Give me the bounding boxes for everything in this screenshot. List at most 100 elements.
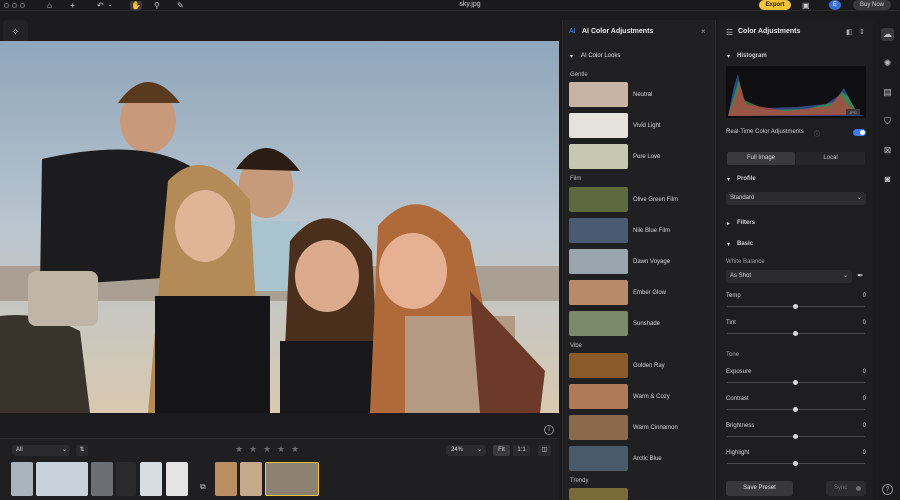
window-maximize-button[interactable] — [20, 3, 25, 8]
filmstrip-thumb[interactable] — [11, 462, 33, 496]
segment-full-image[interactable]: Full Image — [727, 152, 795, 165]
window-close-button[interactable] — [4, 3, 9, 8]
avatar[interactable]: E — [829, 0, 841, 10]
hand-tool-icon[interactable]: ✋ — [130, 1, 142, 10]
collapse-chevron-icon[interactable]: ▾ — [570, 53, 573, 60]
rating-star-3[interactable]: ★ — [263, 444, 271, 455]
look-name[interactable]: Vivid Light — [633, 123, 661, 129]
exposure-slider-knob[interactable] — [793, 380, 798, 385]
tint-slider-knob[interactable] — [793, 331, 798, 336]
help-circle-icon[interactable]: ⓘ — [814, 129, 820, 138]
look-thumb[interactable] — [569, 82, 628, 107]
save-preset-button[interactable]: Save Preset — [726, 481, 793, 496]
filmstrip-thumb[interactable] — [116, 462, 136, 496]
look-thumb[interactable] — [569, 280, 628, 305]
filmstrip-thumb[interactable] — [36, 462, 88, 496]
device-icon[interactable]: ▣ — [802, 1, 810, 10]
look-thumb[interactable] — [569, 488, 628, 500]
profile-chevron-icon[interactable]: ▾ — [727, 176, 730, 183]
look-thumb[interactable] — [569, 113, 628, 138]
look-name[interactable]: Golden Ray — [633, 363, 665, 369]
sort-icon[interactable]: ⇅ — [76, 445, 88, 456]
segment-local[interactable]: Local — [796, 152, 865, 165]
filmstrip-thumb[interactable] — [215, 462, 237, 496]
filmstrip-thumb[interactable] — [140, 462, 162, 496]
look-name[interactable]: Ember Glow — [633, 290, 666, 296]
select-icon[interactable]: ⊠ — [881, 144, 894, 157]
close-icon[interactable]: × — [701, 27, 706, 36]
basic-label[interactable]: Basic — [737, 241, 753, 247]
stamp-tool-icon[interactable]: ⚲ — [154, 1, 160, 10]
shirt-icon[interactable]: ⛉ — [881, 115, 894, 128]
look-name[interactable]: Dawn Voyage — [633, 259, 670, 265]
brightness-slider-knob[interactable] — [793, 434, 798, 439]
look-name[interactable]: Olive Green Film — [633, 197, 678, 203]
temp-slider-knob[interactable] — [793, 304, 798, 309]
color-palette-icon[interactable]: ☁ — [881, 28, 894, 41]
filter-select[interactable]: All ⌄ — [12, 445, 70, 456]
ai-looks-header[interactable]: AI Color Looks — [581, 53, 620, 59]
buy-now-button[interactable]: Buy Now — [853, 0, 891, 10]
brightness-value[interactable]: 0 — [858, 423, 866, 429]
look-name[interactable]: Warm Cinnamon — [633, 425, 678, 431]
filmstrip-thumb[interactable] — [240, 462, 262, 496]
histogram-chevron-icon[interactable]: ▾ — [727, 53, 730, 60]
sync-button[interactable]: Sync — [826, 481, 866, 496]
exposure-value[interactable]: 0 — [858, 369, 866, 375]
main-photo-canvas[interactable] — [0, 41, 559, 413]
camera-icon[interactable]: ◙ — [881, 173, 894, 186]
look-thumb[interactable] — [569, 249, 628, 274]
look-name[interactable]: Pure Love — [633, 154, 660, 160]
zoom-select[interactable]: 24% ⌄ — [446, 445, 486, 456]
highlight-slider-knob[interactable] — [793, 461, 798, 466]
rating-star-2[interactable]: ★ — [249, 444, 257, 455]
look-thumb[interactable] — [569, 415, 628, 440]
histogram-label[interactable]: Histogram — [737, 53, 767, 59]
window-minimize-button[interactable] — [12, 3, 17, 8]
filmstrip-thumb[interactable] — [91, 462, 113, 496]
filmstrip-thumb-selected[interactable] — [265, 462, 319, 496]
realtime-toggle[interactable] — [853, 129, 866, 136]
ai-enhance-icon[interactable]: ✧ — [9, 26, 22, 39]
profile-select[interactable]: Standard ⌄ — [726, 192, 866, 205]
gallery-icon[interactable]: ⧉ — [200, 482, 210, 492]
filters-label[interactable]: Filters — [737, 220, 755, 226]
pencil-tool-icon[interactable]: ✎ — [177, 1, 184, 10]
help-icon[interactable]: ? — [882, 484, 893, 495]
tint-value[interactable]: 0 — [858, 320, 866, 326]
white-balance-select[interactable]: As Shot ⌄ — [726, 270, 852, 283]
look-thumb[interactable] — [569, 446, 628, 471]
fit-button[interactable]: Fit — [493, 445, 510, 456]
compare-icon[interactable]: ◫ — [538, 445, 551, 456]
look-thumb[interactable] — [569, 311, 628, 336]
info-icon[interactable]: i — [544, 425, 554, 435]
look-thumb[interactable] — [569, 218, 628, 243]
profile-label[interactable]: Profile — [737, 176, 756, 182]
home-icon[interactable]: ⌂ — [47, 1, 52, 10]
basic-chevron-icon[interactable]: ▾ — [727, 241, 730, 248]
export-button[interactable]: Export — [759, 0, 791, 10]
look-name[interactable]: Neutral — [633, 92, 652, 98]
temp-value[interactable]: 0 — [858, 293, 866, 299]
look-name[interactable]: Nile Blue Film — [633, 228, 670, 234]
add-icon[interactable]: + — [70, 1, 75, 10]
filters-chevron-icon[interactable]: ▸ — [727, 220, 730, 227]
crop-icon[interactable]: ▤ — [881, 86, 894, 99]
panel-layout-icon[interactable]: ◧ — [846, 28, 853, 36]
look-thumb[interactable] — [569, 384, 628, 409]
look-thumb[interactable] — [569, 144, 628, 169]
look-name[interactable]: Sunshade — [633, 321, 660, 327]
eyedropper-icon[interactable]: ✒ — [857, 271, 864, 280]
panel-options-chevron-icon[interactable]: ⇕ — [859, 28, 865, 36]
look-thumb[interactable] — [569, 187, 628, 212]
undo-dropdown-chevron-icon[interactable]: ⌄ — [108, 1, 112, 10]
rating-star-1[interactable]: ★ — [235, 444, 243, 455]
contrast-value[interactable]: 0 — [858, 396, 866, 402]
rating-star-4[interactable]: ★ — [277, 444, 285, 455]
retouch-icon[interactable]: ✺ — [881, 57, 894, 70]
highlight-value[interactable]: 0 — [858, 450, 866, 456]
look-thumb[interactable] — [569, 353, 628, 378]
actual-size-button[interactable]: 1:1 — [513, 445, 530, 456]
contrast-slider-knob[interactable] — [793, 407, 798, 412]
rating-star-5[interactable]: ★ — [291, 444, 299, 455]
